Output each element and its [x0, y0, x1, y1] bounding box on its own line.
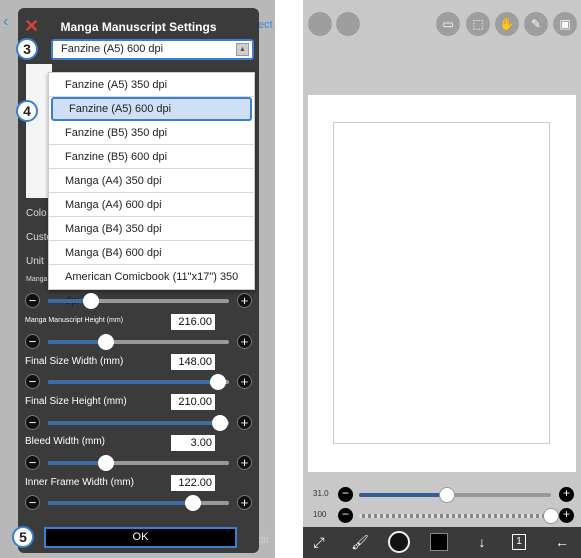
layers-icon[interactable]: 1 — [512, 534, 526, 550]
dropdown-option[interactable]: Manga (A4) 350 dpi — [49, 169, 254, 193]
manga-label-stub: Manga — [26, 276, 48, 283]
field-slider[interactable]: − + — [25, 455, 252, 471]
plus-icon[interactable]: + — [237, 455, 252, 470]
unit-label-stub: Unit — [26, 256, 44, 267]
plus-icon[interactable]: + — [237, 293, 252, 308]
field-label: Final Size Height (mm) — [25, 396, 127, 407]
brush-icon[interactable]: 🖌 — [349, 531, 371, 553]
opacity-value: 100 — [313, 510, 327, 519]
plus-icon[interactable]: + — [237, 415, 252, 430]
brush-preview-icon[interactable] — [388, 531, 410, 553]
field-slider[interactable]: − + — [25, 495, 252, 511]
plus-icon[interactable]: + — [237, 334, 252, 349]
dialog-title: Manga Manuscript Settings — [60, 20, 217, 34]
dropdown-arrow-icon: ▲ — [236, 43, 249, 56]
step-badge-5: 5 — [12, 526, 34, 548]
left-screen: ‹ ect dit ✕ Manga Manuscript Settings Fa… — [0, 0, 275, 558]
transform-icon[interactable]: ⤢ — [308, 531, 330, 553]
field-label: Inner Frame Width (mm) — [25, 477, 134, 488]
dropdown-option[interactable]: Manga (A4) 600 dpi — [49, 193, 254, 217]
down-arrow-icon[interactable]: ↓ — [471, 531, 493, 553]
plus-icon[interactable]: + — [559, 487, 574, 502]
right-screen: ▭ ⬚ ✋ ✎ ▣ 31.0 − + 100 − + ⤢ 🖌 ↓ 1 ← — [303, 0, 581, 558]
select-link-stub[interactable]: ect — [258, 19, 273, 31]
inner-frame — [333, 122, 550, 444]
brush-size-value: 31.0 — [313, 489, 329, 498]
opacity-slider[interactable]: 100 − + — [303, 507, 581, 525]
preset-select-value: Fanzine (A5) 600 dpi — [61, 43, 164, 55]
plus-icon[interactable]: + — [559, 508, 574, 523]
field-value-input[interactable]: 122.00 — [171, 475, 215, 491]
dropdown-option[interactable]: American Comicbook (11"x17") 350 dpi — [49, 265, 254, 307]
step-badge-3: 3 — [16, 38, 38, 60]
dropdown-option[interactable]: Fanzine (B5) 600 dpi — [49, 145, 254, 169]
field-value-input[interactable]: 148.00 — [171, 354, 215, 370]
field-slider[interactable]: − + — [25, 415, 252, 431]
back-icon[interactable]: ‹ — [3, 14, 8, 30]
dropdown-option[interactable]: Fanzine (B5) 350 dpi — [49, 121, 254, 145]
minus-icon[interactable]: − — [25, 334, 40, 349]
bottom-toolbar: ⤢ 🖌 ↓ 1 ← — [303, 527, 581, 558]
dropdown-option[interactable]: Manga (B4) 600 dpi — [49, 241, 254, 265]
preset-dropdown: Fanzine (A5) 350 dpi Fanzine (A5) 600 dp… — [48, 72, 255, 307]
field-value-input[interactable]: 216.00 — [171, 314, 215, 330]
edit-link-stub[interactable]: dit — [258, 535, 269, 546]
field-value-input[interactable]: 3.00 — [171, 435, 215, 451]
dropdown-option-selected[interactable]: Fanzine (A5) 600 dpi — [51, 97, 252, 121]
menu-circle-icon[interactable] — [308, 12, 332, 36]
menu-circle-icon[interactable] — [336, 12, 360, 36]
field-value-input[interactable]: 210.00 — [171, 394, 215, 410]
field-label: Final Size Width (mm) — [25, 356, 124, 367]
ok-button[interactable]: OK — [44, 527, 237, 548]
minus-icon[interactable]: − — [25, 374, 40, 389]
hand-icon[interactable]: ✋ — [495, 12, 519, 36]
plus-icon[interactable]: + — [237, 374, 252, 389]
minus-icon[interactable]: − — [25, 293, 40, 308]
dropdown-option[interactable]: Fanzine (A5) 350 dpi — [49, 73, 254, 97]
top-toolbar: ▭ ⬚ ✋ ✎ ▣ — [303, 0, 581, 90]
field-label: Bleed Width (mm) — [25, 436, 106, 447]
selection-icon[interactable]: ⬚ — [466, 12, 490, 36]
field-slider[interactable]: − + — [25, 374, 252, 390]
color-label-stub: Colo — [26, 208, 47, 219]
preset-select[interactable]: Fanzine (A5) 600 dpi ▲ — [51, 39, 254, 60]
pen-icon[interactable]: ✎ — [524, 12, 548, 36]
minus-icon[interactable]: − — [338, 487, 353, 502]
minus-icon[interactable]: − — [25, 455, 40, 470]
brush-size-slider[interactable]: 31.0 − + — [303, 486, 581, 504]
color-swatch-icon[interactable] — [430, 533, 448, 551]
minus-icon[interactable]: − — [338, 508, 353, 523]
dropdown-option[interactable]: Manga (B4) 350 dpi — [49, 217, 254, 241]
width-slider[interactable]: − + — [25, 293, 252, 309]
minus-icon[interactable]: − — [25, 415, 40, 430]
toggle-icon[interactable]: ▭ — [436, 12, 460, 36]
field-label: Manga Manuscript Height (mm) — [25, 317, 124, 324]
image-icon[interactable]: ▣ — [553, 12, 577, 36]
minus-icon[interactable]: − — [25, 495, 40, 510]
field-slider[interactable]: − + — [25, 334, 252, 350]
plus-icon[interactable]: + — [237, 495, 252, 510]
step-badge-4: 4 — [16, 100, 38, 122]
back-arrow-icon[interactable]: ← — [551, 531, 573, 553]
